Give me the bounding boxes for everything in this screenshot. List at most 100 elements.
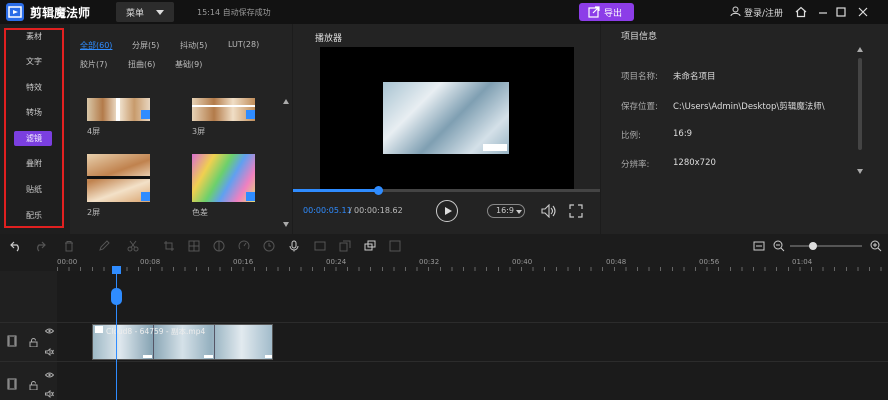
tab-split[interactable]: 分屏(5) [132, 40, 159, 51]
zoom-out-icon[interactable] [773, 240, 785, 252]
track-divider [0, 322, 888, 323]
playhead-line[interactable] [116, 267, 117, 400]
tick-label: 00:00 [57, 258, 78, 266]
zoom-slider-handle[interactable] [809, 242, 817, 250]
crop-icon[interactable] [163, 240, 175, 252]
highlight-box [4, 28, 64, 228]
tick-label: 00:56 [699, 258, 720, 266]
tick-label: 00:24 [326, 258, 347, 266]
info-label-ratio: 比例: [621, 131, 641, 141]
video-track-icon [7, 335, 17, 347]
close-icon[interactable] [856, 5, 870, 19]
save-status: 15:14 自动保存成功 [197, 8, 271, 17]
user-icon [730, 6, 741, 17]
export-label: 导出 [604, 9, 623, 19]
export-icon [588, 6, 600, 18]
tick-label: 00:16 [233, 258, 254, 266]
current-time: 00:00:05.11 [303, 206, 352, 215]
track-divider [0, 361, 888, 362]
filter-thumb-2屏[interactable] [87, 154, 150, 202]
chevron-down-icon [516, 210, 522, 214]
playback-progress-handle[interactable] [374, 186, 383, 195]
zoom-in-icon[interactable] [870, 240, 882, 252]
tab-distort[interactable]: 扭曲(6) [128, 59, 155, 70]
info-scrollbar[interactable] [858, 58, 862, 150]
info-value-path: C:\Users\Admin\Desktop\剪辑魔法师\ [673, 102, 825, 112]
login-link[interactable]: 登录/注册 [744, 6, 783, 19]
edit-icon[interactable] [98, 240, 110, 252]
lock-icon[interactable] [29, 381, 38, 390]
duration-icon[interactable] [263, 240, 275, 252]
tick-label: 00:08 [140, 258, 161, 266]
zoom-slider[interactable] [790, 245, 862, 247]
mosaic-icon[interactable] [188, 240, 200, 252]
tab-film[interactable]: 胶片(7) [80, 59, 107, 70]
info-value-name: 未命名项目 [673, 72, 716, 82]
scroll-up-arrow[interactable] [857, 47, 863, 52]
player-title: 播放器 [315, 34, 343, 44]
tab-all[interactable]: 全部(60) [80, 40, 112, 51]
eye-icon[interactable] [45, 327, 54, 335]
filter-thumb-色差[interactable] [192, 154, 255, 202]
info-value-resolution: 1280x720 [673, 158, 716, 168]
video-clip-icon [95, 326, 103, 333]
minimize-icon[interactable] [816, 5, 830, 19]
play-button[interactable] [436, 200, 458, 222]
maximize-icon[interactable] [834, 5, 848, 19]
filter-label-色差: 色差 [192, 208, 208, 217]
playback-progress-fill [293, 189, 378, 192]
speed-icon[interactable] [238, 240, 250, 252]
clip-label: Cloud8 - 64759 - 副本.mp4 [106, 327, 206, 336]
undo-icon[interactable] [10, 240, 22, 252]
aspect-ratio-value: 16:9 [496, 206, 514, 215]
copy-icon[interactable] [339, 240, 351, 252]
time-separator: / [349, 206, 352, 215]
menu-dropdown[interactable]: 菜单 [116, 2, 174, 22]
preview-video-frame [383, 82, 509, 154]
project-info-panel [601, 24, 888, 234]
scroll-up-arrow[interactable] [283, 99, 289, 104]
playhead-handle[interactable] [111, 288, 122, 305]
delete-icon[interactable] [63, 240, 75, 252]
playhead-top[interactable] [112, 266, 121, 274]
app-logo-icon [6, 3, 24, 21]
filter-label-4屏: 4屏 [87, 127, 101, 136]
media-panel [70, 24, 292, 234]
info-label-name: 项目名称: [621, 72, 658, 82]
aspect-ratio-selector[interactable]: 16:9 [487, 204, 525, 218]
fullscreen-icon[interactable] [569, 204, 583, 218]
home-icon[interactable] [794, 5, 808, 19]
lock-icon[interactable] [29, 338, 38, 347]
fit-timeline-icon[interactable] [753, 240, 765, 252]
tick-label: 00:32 [419, 258, 440, 266]
mute-icon[interactable] [45, 390, 54, 398]
layer-icon[interactable] [364, 240, 376, 252]
filter-thumb-3屏[interactable] [192, 98, 255, 121]
video-track-icon [7, 378, 17, 390]
microphone-icon[interactable] [288, 240, 300, 252]
redo-icon[interactable] [34, 240, 46, 252]
app-name: 剪辑魔法师 [30, 6, 91, 20]
menu-label: 菜单 [126, 9, 145, 19]
scroll-down-arrow[interactable] [283, 222, 289, 227]
export-button[interactable]: 导出 [579, 3, 634, 21]
scroll-down-arrow[interactable] [857, 169, 863, 174]
tab-basic[interactable]: 基础(9) [175, 59, 202, 70]
tab-shake[interactable]: 抖动(5) [180, 40, 207, 51]
info-label-resolution: 分辨率: [621, 160, 650, 170]
detach-icon[interactable] [389, 240, 401, 252]
tick-label: 01:04 [792, 258, 813, 266]
tab-lut[interactable]: LUT(28) [228, 40, 259, 49]
filter-label-2屏: 2屏 [87, 208, 101, 217]
tick-label: 00:40 [512, 258, 533, 266]
total-time: 00:00:18.62 [354, 206, 403, 215]
eye-icon[interactable] [45, 371, 54, 379]
mute-icon[interactable] [45, 348, 54, 356]
play-icon [445, 207, 452, 215]
volume-icon[interactable] [541, 204, 557, 218]
filter-thumb-4屏[interactable] [87, 98, 150, 121]
color-icon[interactable] [213, 240, 225, 252]
freeze-frame-icon[interactable] [314, 240, 326, 252]
cut-icon[interactable] [127, 240, 139, 252]
filter-label-3屏: 3屏 [192, 127, 206, 136]
